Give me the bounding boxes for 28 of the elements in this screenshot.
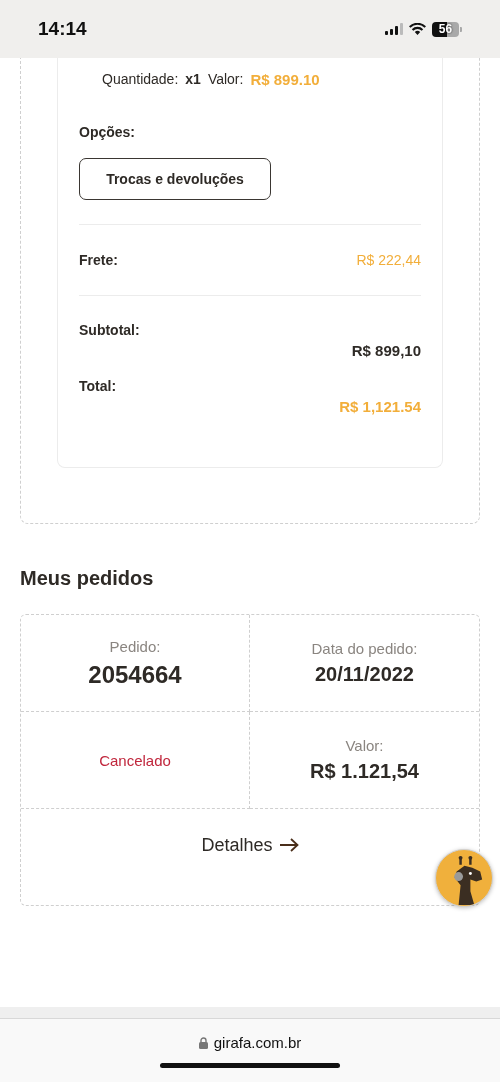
shipping-label: Frete: [79,251,118,270]
order-status: Cancelado [99,751,171,769]
subtotal-value: R$ 899,10 [351,341,421,361]
giraffe-button[interactable] [435,849,493,907]
clock: 14:14 [38,18,88,40]
arrow-right-icon [278,838,299,852]
price-label: Valor: [207,71,244,87]
shipping-value: R$ 222,44 [356,251,421,270]
field-label: Data do pedido: [311,640,418,657]
signal-icon [385,23,403,35]
total-value: R$ 1,121.54 [339,397,421,417]
quantity-value: x1 [185,71,201,87]
quantity-label: Quantidade: [102,71,179,87]
options-label: Opções: [79,123,136,142]
section-title: Meus pedidos [20,566,155,591]
subtotal-label: Subtotal: [79,321,141,340]
price-value: R$ 899.10 [250,70,320,88]
field-value: 20/11/2022 [315,663,414,686]
field-label: Valor: [345,737,384,754]
details-link[interactable]: Detalhes [201,834,299,856]
total-label: Total: [79,377,118,396]
lock-icon [198,1036,208,1049]
wifi-icon [409,23,426,35]
url-text[interactable]: girafa.com.br [213,1034,302,1051]
field-label: Pedido: [109,637,161,655]
field-value: 2054664 [88,660,182,689]
field-value: R$ 1.121,54 [310,760,419,783]
returns-button[interactable]: Trocas e devoluções [79,158,271,200]
